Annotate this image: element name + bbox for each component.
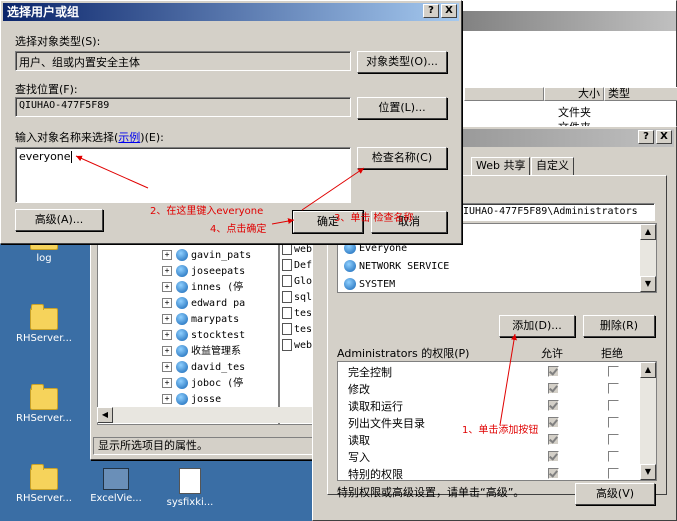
arrow-to-ok-button (271, 218, 295, 225)
arrow-to-check-names (301, 167, 365, 211)
annotation-arrows (75, 155, 517, 426)
annotation-step2: 2、在这里键入everyone (150, 206, 264, 217)
arrow-to-add-button (499, 333, 517, 426)
annotation-step3: 3、单击 检查名称 (334, 213, 414, 224)
annotation-step4: 4、点击确定 (210, 224, 267, 235)
arrow-to-input (75, 155, 149, 189)
annotation-step1: 1、单击添加按钮 (462, 425, 539, 436)
